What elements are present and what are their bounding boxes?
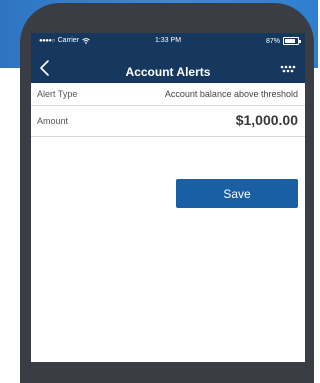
more-dots-icon xyxy=(280,65,296,73)
phone-screen: ●●●●○ Carrier 1:33 PM 87% Account Alerts xyxy=(31,33,305,362)
more-options-button[interactable] xyxy=(279,62,297,74)
status-time: 1:33 PM xyxy=(154,37,182,44)
battery-icon xyxy=(283,37,301,45)
status-bar: ●●●●○ Carrier 1:33 PM 87% xyxy=(31,33,305,53)
battery-percent: 87% xyxy=(265,37,280,45)
amount-label: Amount xyxy=(37,116,69,126)
save-button[interactable]: Save xyxy=(176,179,298,208)
alert-type-row[interactable]: Alert Type Account balance above thresho… xyxy=(31,83,305,106)
alert-type-label: Alert Type xyxy=(37,89,78,99)
navigation-bar: Account Alerts xyxy=(31,53,305,83)
status-right: 87% xyxy=(265,37,301,45)
amount-row[interactable]: Amount $1,000.00 xyxy=(31,106,305,137)
alert-type-value: Account balance above threshold xyxy=(164,89,298,99)
page-title: Account Alerts xyxy=(125,65,211,79)
amount-value[interactable]: $1,000.00 xyxy=(236,112,298,128)
battery-level xyxy=(285,39,296,43)
